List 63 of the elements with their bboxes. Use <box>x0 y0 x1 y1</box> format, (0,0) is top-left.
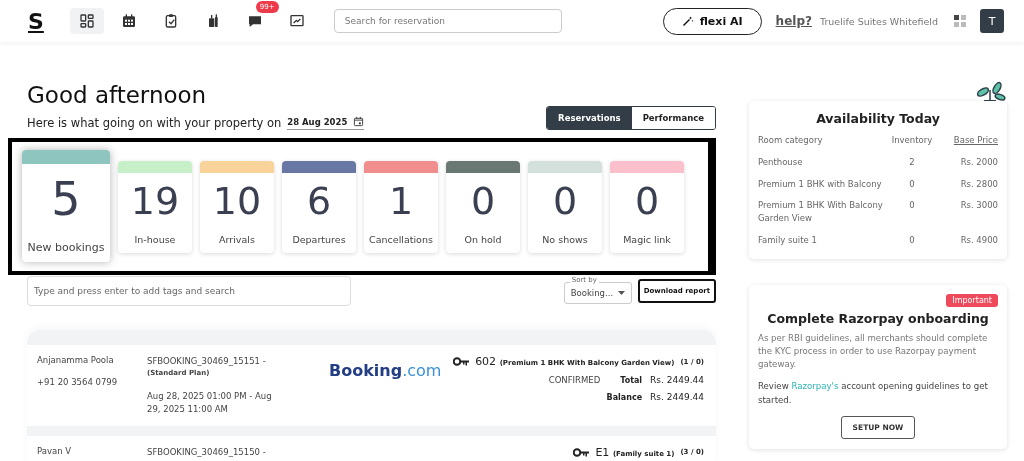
balance-label: Balance <box>606 393 643 402</box>
card-text: As per RBI guidelines, all merchants should complete the KYC process in order to use Razorpay payment gateway. <box>758 331 989 372</box>
dashboard-icon <box>78 13 95 29</box>
total-amount: Rs. 2449.44 <box>650 375 704 385</box>
guest-name: Pavan V <box>37 445 73 456</box>
stat-card[interactable]: 10 Arrivals <box>200 160 274 253</box>
guest-name: Anjanamma Poola <box>37 355 115 365</box>
stay-dates: Aug 28, 2025 01:00 PM - Aug 29, 2025 11:00 AM <box>147 390 273 416</box>
app-logo[interactable]: S <box>28 8 44 34</box>
guest-phone: +91 20 3564 0799 <box>37 377 119 387</box>
booking-status: CONFIRMED <box>548 375 601 385</box>
nav-button[interactable] <box>69 8 104 34</box>
magic-wand-icon <box>681 15 694 27</box>
key-icon <box>453 357 470 366</box>
calendar-icon <box>353 116 365 127</box>
view-tab[interactable]: Reservations <box>547 107 632 129</box>
sort-dropdown[interactable]: Booking... <box>563 282 632 304</box>
stat-card[interactable]: 6 Departures <box>282 160 356 253</box>
subtitle: Here is what going on with your property on <box>27 116 282 130</box>
table-cell: 0 <box>909 178 915 189</box>
card-title: Complete Razorpay onboarding <box>766 310 990 326</box>
flexi-ai-button[interactable]: flexi AI <box>662 7 762 35</box>
search-field[interactable]: Search for reservation <box>333 9 562 33</box>
stat-card[interactable]: 5 New bookings <box>22 149 110 262</box>
table-cell: Family suite 1 <box>758 234 817 245</box>
balance-amount: Rs. 2449.44 <box>650 392 704 402</box>
stat-card[interactable]: 19 In-house <box>118 160 192 253</box>
column-header[interactable]: Base Price <box>953 135 998 145</box>
booking-id: SFBOOKING_30469_15150 - <box>147 445 267 459</box>
calendar-icon <box>120 13 137 29</box>
tag-search-field[interactable]: Type and press enter to add tags and search <box>27 276 351 306</box>
table-cell: 0 <box>909 234 915 245</box>
table-cell: Premium 1 BHK With Balcony Garden View <box>758 200 883 223</box>
stat-card[interactable]: 0 On hold <box>446 160 520 253</box>
user-avatar[interactable]: T <box>980 9 1004 33</box>
greeting-title: Good afternoon <box>27 82 208 108</box>
column-header: Room category <box>758 135 823 145</box>
stat-card[interactable]: 0 No shows <box>528 160 602 253</box>
total-label: Total <box>620 376 643 385</box>
table-cell: Premium 1 BHK with Balcony <box>758 178 882 189</box>
table-cell: Penthouse <box>758 156 803 167</box>
channel-logo: Booking.com <box>328 361 443 382</box>
table-cell: 0 <box>909 200 915 211</box>
property-name: Truelife Suites Whitefield <box>819 15 938 27</box>
table-cell: Rs. 3000 <box>960 200 998 211</box>
table-cell: Rs. 4900 <box>960 234 998 245</box>
chat-icon <box>246 13 263 29</box>
dropdown-caret-icon <box>617 291 625 295</box>
key-icon <box>573 447 590 457</box>
apps-grid-icon <box>954 15 966 27</box>
chart-icon <box>288 13 305 29</box>
date-picker[interactable]: 28 Aug 2025 <box>287 116 365 130</box>
stat-card[interactable]: 1 Cancellations <box>364 160 438 253</box>
card-title: Availability Today <box>815 111 941 126</box>
card-text: Review Razorpay's account opening guidelines to get started. <box>758 380 989 407</box>
stat-card[interactable]: 0 Magic link <box>610 160 684 253</box>
table-cell: Rs. 2000 <box>960 156 998 167</box>
important-badge: Important <box>946 293 998 307</box>
column-header: Inventory <box>891 135 933 145</box>
table-cell: 2 <box>909 156 915 167</box>
table-cell: Rs. 2800 <box>960 178 998 189</box>
booking-id: SFBOOKING_30469_15151 - <box>147 355 267 368</box>
help-link[interactable]: help? <box>775 14 812 28</box>
